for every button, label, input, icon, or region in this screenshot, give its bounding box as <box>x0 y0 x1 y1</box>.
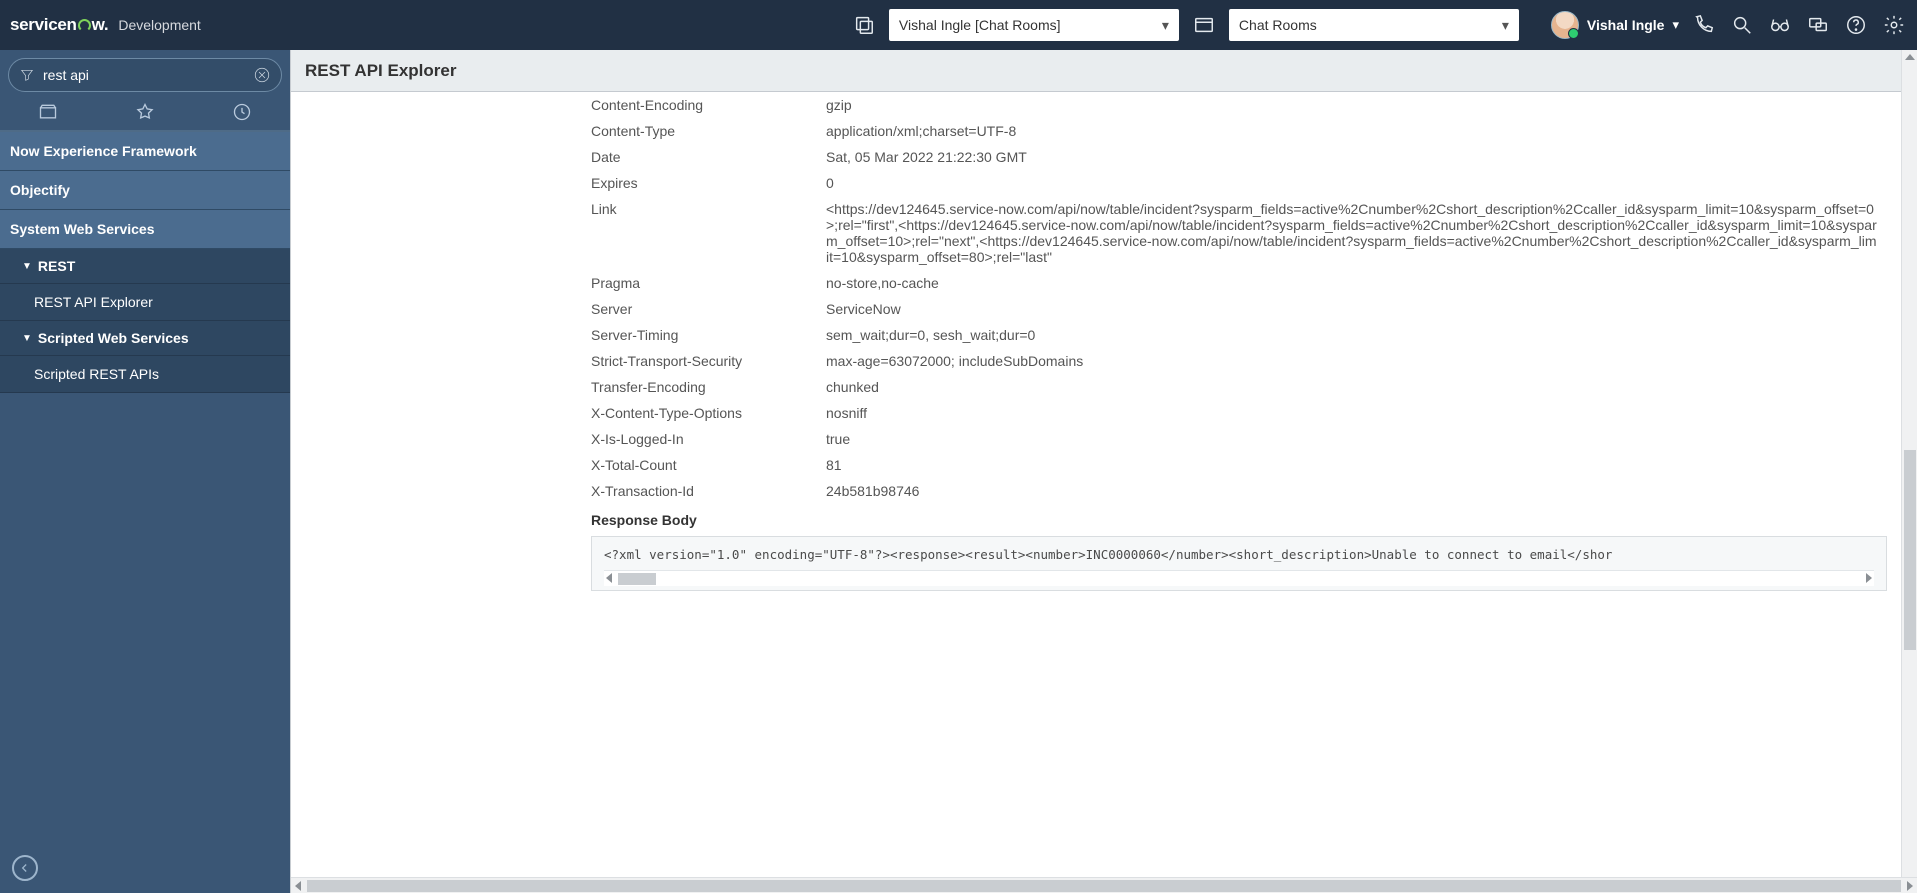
header-row: DateSat, 05 Mar 2022 21:22:30 GMT <box>291 144 1917 170</box>
header-row: Server-Timingsem_wait;dur=0, sesh_wait;d… <box>291 322 1917 348</box>
header-name: X-Total-Count <box>291 457 826 473</box>
header-value: max-age=63072000; includeSubDomains <box>826 353 1917 369</box>
logo-mark: servicenw. <box>10 15 108 35</box>
header-name: Transfer-Encoding <box>291 379 826 395</box>
navigator-list[interactable]: Now Experience Framework Objectify Syste… <box>0 132 290 893</box>
header-name: Strict-Transport-Security <box>291 353 826 369</box>
tab-history[interactable] <box>212 102 272 126</box>
module-rest-api-explorer[interactable]: REST API Explorer <box>0 284 290 321</box>
header-name: Date <box>291 149 826 165</box>
picker-value: Vishal Ingle [Chat Rooms] <box>899 17 1061 33</box>
picker-value: Chat Rooms <box>1239 17 1317 33</box>
header-value: 81 <box>826 457 1917 473</box>
header-value: ServiceNow <box>826 301 1917 317</box>
gear-icon[interactable] <box>1881 12 1907 38</box>
header-row: X-Total-Count81 <box>291 452 1917 478</box>
global-banner: servicenw. Development Vishal Ingle [Cha… <box>0 0 1917 50</box>
header-value: 24b581b98746 <box>826 483 1917 499</box>
module-scripted-rest-apis[interactable]: Scripted REST APIs <box>0 356 290 393</box>
product-logo[interactable]: servicenw. Development <box>10 15 201 35</box>
navigator-tabs <box>0 98 290 132</box>
tab-favorites[interactable] <box>115 102 175 126</box>
response-body-label: Response Body <box>291 512 1917 528</box>
header-row: Content-Encodinggzip <box>291 92 1917 118</box>
filter-input[interactable] <box>43 67 245 83</box>
header-name: Content-Encoding <box>291 97 826 113</box>
help-icon[interactable] <box>1843 12 1869 38</box>
header-value: 0 <box>826 175 1917 191</box>
clear-filter-icon[interactable] <box>253 66 271 84</box>
header-row: Strict-Transport-Securitymax-age=6307200… <box>291 348 1917 374</box>
header-value: no-store,no-cache <box>826 275 1917 291</box>
header-value: sem_wait;dur=0, sesh_wait;dur=0 <box>826 327 1917 343</box>
glasses-icon[interactable] <box>1767 12 1793 38</box>
response-headers-table: Content-EncodinggzipContent-Typeapplicat… <box>291 92 1917 504</box>
header-row: Transfer-Encodingchunked <box>291 374 1917 400</box>
module-group-scripted-web-services[interactable]: ▼ Scripted Web Services <box>0 321 290 356</box>
content-area[interactable]: Content-EncodinggzipContent-Typeapplicat… <box>291 92 1917 877</box>
main-frame: REST API Explorer Content-EncodinggzipCo… <box>290 50 1917 893</box>
module-group-label: Scripted Web Services <box>38 330 189 346</box>
header-row: Pragmano-store,no-cache <box>291 270 1917 296</box>
user-menu[interactable]: Vishal Ingle ▾ <box>1551 11 1679 39</box>
header-name: Pragma <box>291 275 826 291</box>
header-name: X-Content-Type-Options <box>291 405 826 421</box>
application-scope-picker[interactable]: Chat Rooms ▾ <box>1229 9 1519 41</box>
header-value: chunked <box>826 379 1917 395</box>
app-objectify[interactable]: Objectify <box>0 171 290 210</box>
update-set-picker[interactable]: Vishal Ingle [Chat Rooms] ▾ <box>889 9 1179 41</box>
collapse-navigator-button[interactable] <box>12 855 38 881</box>
header-value: application/xml;charset=UTF-8 <box>826 123 1917 139</box>
application-scope-icon[interactable] <box>1191 12 1217 38</box>
code-horizontal-scrollbar[interactable] <box>604 570 1874 586</box>
module-group-rest[interactable]: ▼ REST <box>0 249 290 284</box>
header-row: Content-Typeapplication/xml;charset=UTF-… <box>291 118 1917 144</box>
page-title: REST API Explorer <box>291 50 1917 92</box>
chevron-down-icon: ▾ <box>1162 17 1169 34</box>
header-name: Content-Type <box>291 123 826 139</box>
header-row: Link<https://dev124645.service-now.com/a… <box>291 196 1917 270</box>
chevron-down-icon: ▾ <box>1502 17 1509 34</box>
header-value: Sat, 05 Mar 2022 21:22:30 GMT <box>826 149 1917 165</box>
header-value: nosniff <box>826 405 1917 421</box>
environment-label: Development <box>118 17 201 33</box>
header-name: X-Transaction-Id <box>291 483 826 499</box>
header-name: X-Is-Logged-In <box>291 431 826 447</box>
module-group-label: REST <box>38 258 75 274</box>
header-row: X-Transaction-Id24b581b98746 <box>291 478 1917 504</box>
navigator-sidebar: Now Experience Framework Objectify Syste… <box>0 50 290 893</box>
tab-all-applications[interactable] <box>18 102 78 126</box>
avatar <box>1551 11 1579 39</box>
search-icon[interactable] <box>1729 12 1755 38</box>
header-row: Expires0 <box>291 170 1917 196</box>
user-name: Vishal Ingle <box>1587 17 1665 33</box>
header-name: Server <box>291 301 826 317</box>
header-value: gzip <box>826 97 1917 113</box>
update-set-icon[interactable] <box>851 12 877 38</box>
phone-icon[interactable] <box>1691 12 1717 38</box>
header-row: ServerServiceNow <box>291 296 1917 322</box>
response-body-box[interactable]: <?xml version="1.0" encoding="UTF-8"?><r… <box>591 536 1887 591</box>
chevron-down-icon: ▾ <box>1672 17 1679 33</box>
header-name: Server-Timing <box>291 327 826 343</box>
navigator-filter[interactable] <box>8 58 282 92</box>
filter-icon <box>19 67 35 83</box>
app-system-web-services[interactable]: System Web Services <box>0 210 290 249</box>
caret-down-icon: ▼ <box>22 333 32 344</box>
caret-down-icon: ▼ <box>22 261 32 272</box>
header-name: Expires <box>291 175 826 191</box>
header-name: Link <box>291 201 826 265</box>
header-row: X-Is-Logged-Intrue <box>291 426 1917 452</box>
horizontal-scrollbar[interactable] <box>291 877 1917 893</box>
app-now-experience-framework[interactable]: Now Experience Framework <box>0 132 290 171</box>
header-row: X-Content-Type-Optionsnosniff <box>291 400 1917 426</box>
header-value: true <box>826 431 1917 447</box>
response-body-text: <?xml version="1.0" encoding="UTF-8"?><r… <box>604 547 1612 562</box>
chat-icon[interactable] <box>1805 12 1831 38</box>
header-value: <https://dev124645.service-now.com/api/n… <box>826 201 1917 265</box>
